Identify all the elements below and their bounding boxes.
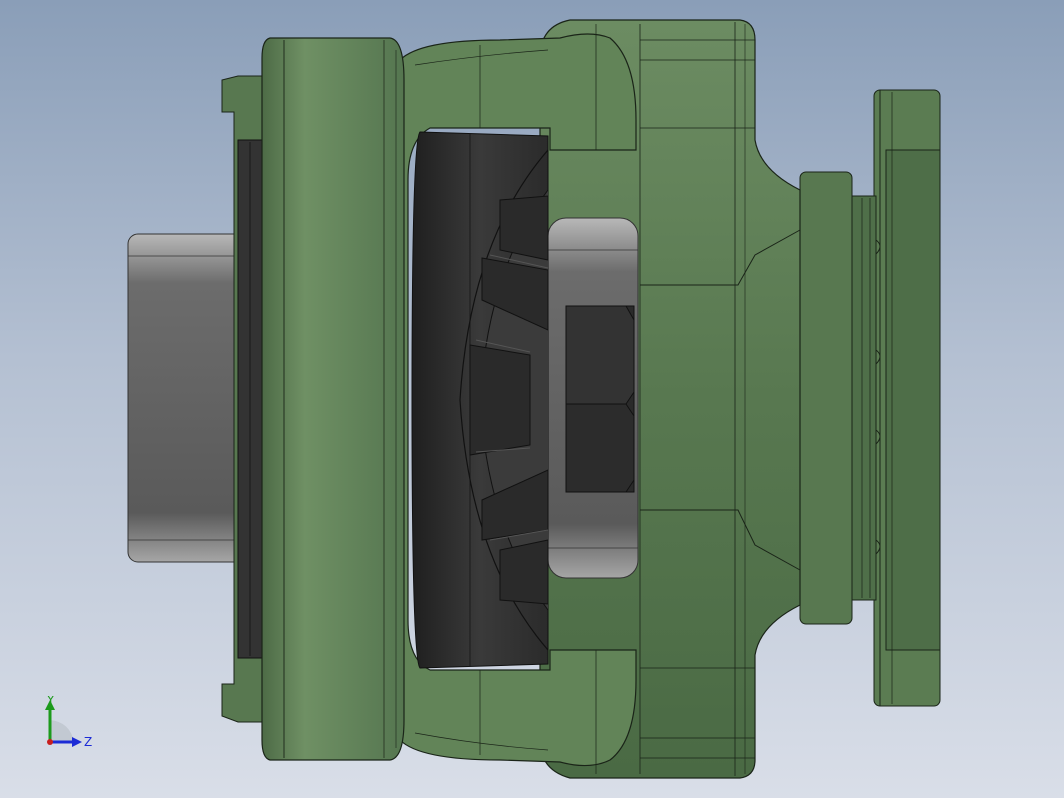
triad-shading bbox=[50, 720, 74, 742]
mounting-flange bbox=[873, 89, 941, 707]
z-axis-label: Z bbox=[84, 735, 92, 749]
origin-dot bbox=[47, 739, 53, 745]
front-rim bbox=[261, 37, 405, 761]
cad-model[interactable] bbox=[0, 0, 1064, 798]
cad-viewport[interactable]: Y Z bbox=[0, 0, 1064, 798]
z-arrow-head bbox=[72, 737, 82, 747]
axis-triad: Y Z bbox=[45, 696, 92, 749]
y-axis-label: Y bbox=[46, 696, 55, 707]
housing-neck bbox=[799, 171, 877, 625]
hex-nut bbox=[565, 305, 635, 493]
rubber-wheel bbox=[411, 131, 549, 669]
